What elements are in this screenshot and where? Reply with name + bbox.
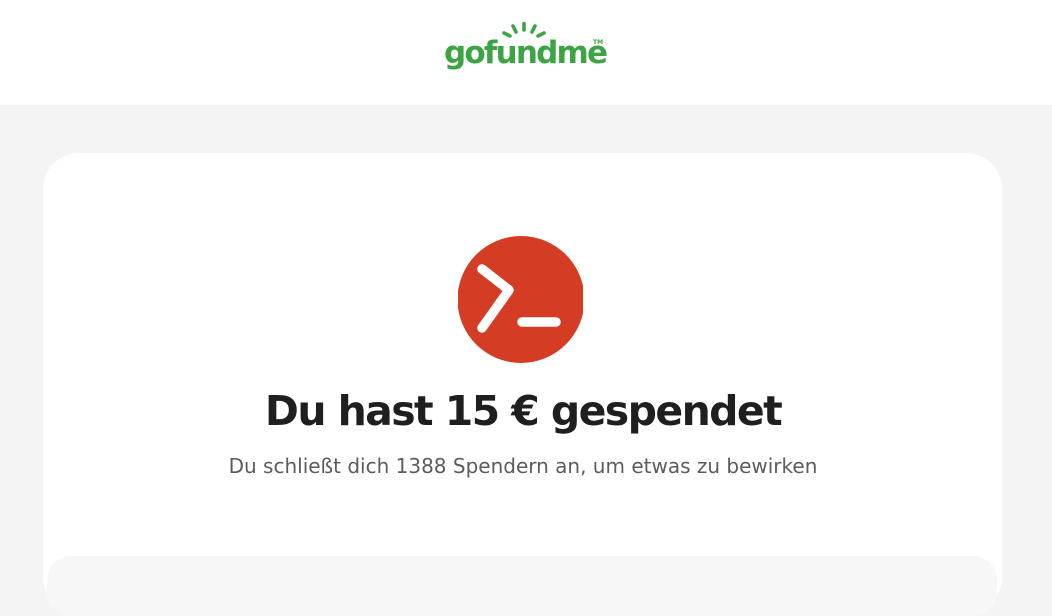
- donor-count-message: Du schließt dich 1388 Spendern an, um et…: [228, 454, 818, 478]
- logo-wordmark: gofundme: [444, 35, 608, 71]
- gofundme-logo[interactable]: gofundme TM: [444, 21, 608, 77]
- donation-confirmation-title: Du hast 15 € gespendet: [264, 387, 783, 435]
- share-panel: [47, 556, 997, 616]
- site-header: gofundme TM: [0, 0, 1052, 105]
- organizer-avatar: [458, 236, 583, 363]
- terminal-prompt-icon: [458, 236, 583, 363]
- logo-trademark: TM: [593, 39, 604, 46]
